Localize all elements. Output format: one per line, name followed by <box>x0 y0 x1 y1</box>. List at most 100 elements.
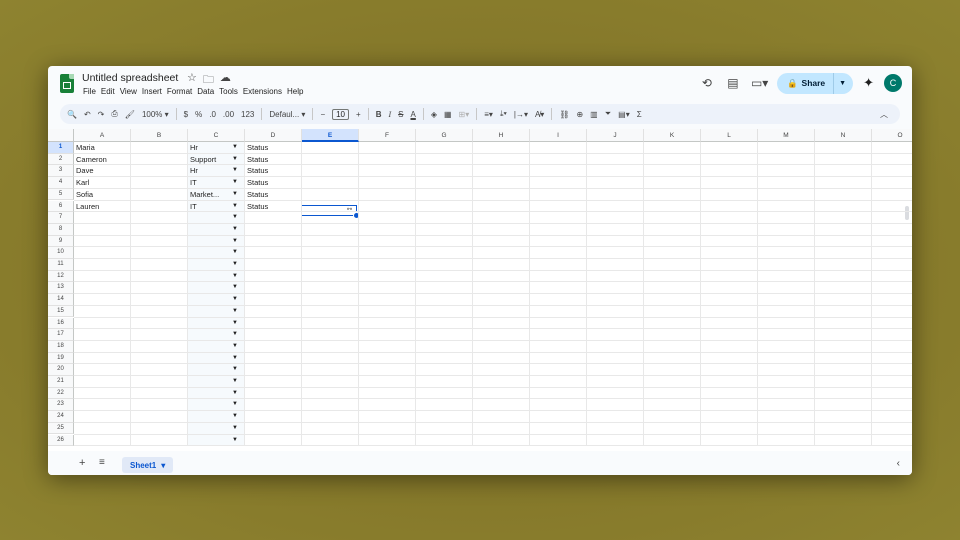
horizontal-align-icon[interactable]: ≡▾ <box>484 110 493 119</box>
create-filter-icon[interactable]: ⏷ <box>605 109 611 119</box>
column-header-d[interactable]: D <box>245 129 302 142</box>
dropdown-chip-arrow-icon[interactable]: ▼ <box>232 435 238 447</box>
text-rotation-icon[interactable]: A̸▾ <box>535 110 544 119</box>
row-header-7[interactable]: 7 <box>48 212 74 224</box>
fill-color-icon[interactable]: ◈ <box>431 110 437 119</box>
menu-extensions[interactable]: Extensions <box>242 87 286 96</box>
percent-format-button[interactable]: % <box>195 110 202 119</box>
dropdown-chip-arrow-icon[interactable]: ▼ <box>232 306 238 318</box>
zoom-select[interactable]: 100% ▾ <box>142 110 169 119</box>
explore-collapse-icon[interactable]: ‹ <box>897 458 900 469</box>
menu-format[interactable]: Format <box>166 87 196 96</box>
column-header-n[interactable]: N <box>815 129 872 142</box>
insert-chart-icon[interactable]: ▥ <box>590 110 598 119</box>
share-dropdown-icon[interactable]: ▼ <box>833 72 853 94</box>
row-header-18[interactable]: 18 <box>48 340 74 353</box>
sheets-logo-icon[interactable] <box>60 74 74 93</box>
row-header-20[interactable]: 20 <box>48 364 74 376</box>
column-header-l[interactable]: L <box>701 129 758 142</box>
cell-d4[interactable]: Status <box>247 177 299 189</box>
paint-format-icon[interactable]: 🖌 <box>125 110 135 119</box>
row-header-13[interactable]: 13 <box>48 282 74 295</box>
spreadsheet-grid[interactable]: ⚯ A B C D E F G H I J K L M N O 1 ▼ 2 ▼ 3 ▼ 4 ▼ 5 ▼ 6 ▼ 7 ▼ 8 ▼ 9 ▼ 10 ▼ 11… <box>48 129 912 451</box>
cell-a5[interactable]: Sofia <box>76 189 127 201</box>
row-header-22[interactable]: 22 <box>48 387 74 400</box>
version-history-icon[interactable]: ⟲ <box>699 76 715 90</box>
dropdown-chip-arrow-icon[interactable]: ▼ <box>232 282 238 294</box>
row-header-5[interactable]: 5 <box>48 188 74 201</box>
row-header-8[interactable]: 8 <box>48 223 74 236</box>
functions-icon[interactable]: Σ <box>637 110 642 119</box>
font-select[interactable]: Defaul... ▾ <box>269 110 305 119</box>
column-header-k[interactable]: K <box>644 129 701 142</box>
dropdown-chip-arrow-icon[interactable]: ▼ <box>232 189 238 201</box>
avatar[interactable]: C <box>884 74 902 92</box>
select-all-corner[interactable] <box>48 129 74 142</box>
insert-link-icon[interactable]: ⛓ <box>559 110 569 119</box>
dropdown-chip-arrow-icon[interactable]: ▼ <box>232 259 238 271</box>
menu-tools[interactable]: Tools <box>218 87 242 96</box>
row-header-3[interactable]: 3 <box>48 165 74 178</box>
dropdown-chip-arrow-icon[interactable]: ▼ <box>232 411 238 423</box>
row-header-9[interactable]: 9 <box>48 235 74 248</box>
more-formats-button[interactable]: 123 <box>241 110 254 119</box>
undo-icon[interactable]: ↶ <box>84 110 91 119</box>
dropdown-chip-arrow-icon[interactable]: ▼ <box>232 271 238 283</box>
dropdown-chip-arrow-icon[interactable]: ▼ <box>232 177 238 189</box>
column-header-e[interactable]: E <box>302 129 359 142</box>
add-sheet-icon[interactable]: + <box>79 457 85 469</box>
dropdown-chip-arrow-icon[interactable]: ▼ <box>232 423 238 435</box>
search-menus-icon[interactable]: 🔍 <box>67 110 77 119</box>
dropdown-chip-arrow-icon[interactable]: ▼ <box>232 318 238 330</box>
merge-cells-icon[interactable]: ⊞▾ <box>459 110 470 119</box>
row-header-16[interactable]: 16 <box>48 317 74 330</box>
menu-edit[interactable]: Edit <box>100 87 119 96</box>
cell-d6[interactable]: Status <box>247 201 299 213</box>
column-header-f[interactable]: F <box>359 129 416 142</box>
cell-a2[interactable]: Cameron <box>76 154 127 166</box>
row-header-25[interactable]: 25 <box>48 422 74 435</box>
text-color-button[interactable]: A <box>410 110 415 119</box>
italic-button[interactable]: I <box>388 110 391 119</box>
font-size-input[interactable]: 10 <box>332 108 350 120</box>
dropdown-chip-arrow-icon[interactable]: ▼ <box>232 165 238 177</box>
row-header-19[interactable]: 19 <box>48 352 74 365</box>
dropdown-chip-arrow-icon[interactable]: ▼ <box>232 294 238 306</box>
dropdown-chip-arrow-icon[interactable]: ▼ <box>232 142 238 154</box>
dropdown-chip-arrow-icon[interactable]: ▼ <box>232 236 238 248</box>
document-title[interactable]: Untitled spreadsheet <box>82 72 178 84</box>
chevron-down-icon[interactable]: ▾ <box>161 461 165 470</box>
row-header-10[interactable]: 10 <box>48 247 74 259</box>
vertical-scrollbar[interactable] <box>905 206 909 220</box>
cell-d2[interactable]: Status <box>247 154 299 166</box>
cell-d3[interactable]: Status <box>247 165 299 177</box>
dropdown-chip-arrow-icon[interactable]: ▼ <box>232 399 238 411</box>
row-header-24[interactable]: 24 <box>48 411 74 423</box>
currency-format-button[interactable]: $ <box>184 110 188 119</box>
row-header-14[interactable]: 14 <box>48 294 74 306</box>
dropdown-chip-arrow-icon[interactable]: ▼ <box>232 212 238 224</box>
font-size-increase-icon[interactable]: + <box>356 110 361 119</box>
insert-comment-icon[interactable]: ⊕ <box>576 110 583 119</box>
comments-icon[interactable]: ▤ <box>725 76 741 90</box>
all-sheets-icon[interactable]: ≡ <box>99 457 105 468</box>
print-icon[interactable]: ⎙ <box>111 109 117 119</box>
decrease-decimal-button[interactable]: .0 <box>209 110 216 119</box>
cell-c6[interactable]: IT <box>190 201 223 213</box>
cell-c3[interactable]: Hr <box>190 165 223 177</box>
row-header-17[interactable]: 17 <box>48 329 74 341</box>
column-header-c[interactable]: C <box>188 129 245 142</box>
borders-icon[interactable]: ▦ <box>444 110 452 119</box>
cell-a4[interactable]: Karl <box>76 177 127 189</box>
column-header-i[interactable]: I <box>530 129 587 142</box>
cell-a1[interactable]: Maria <box>76 142 127 154</box>
column-header-a[interactable]: A <box>74 129 131 142</box>
cell-d5[interactable]: Status <box>247 189 299 201</box>
row-header-21[interactable]: 21 <box>48 376 74 388</box>
row-header-4[interactable]: 4 <box>48 177 74 189</box>
dropdown-chip-arrow-icon[interactable]: ▼ <box>232 247 238 259</box>
menu-help[interactable]: Help <box>286 87 307 96</box>
dropdown-chip-arrow-icon[interactable]: ▼ <box>232 341 238 353</box>
dropdown-chip-arrow-icon[interactable]: ▼ <box>232 154 238 166</box>
cell-a3[interactable]: Dave <box>76 165 127 177</box>
